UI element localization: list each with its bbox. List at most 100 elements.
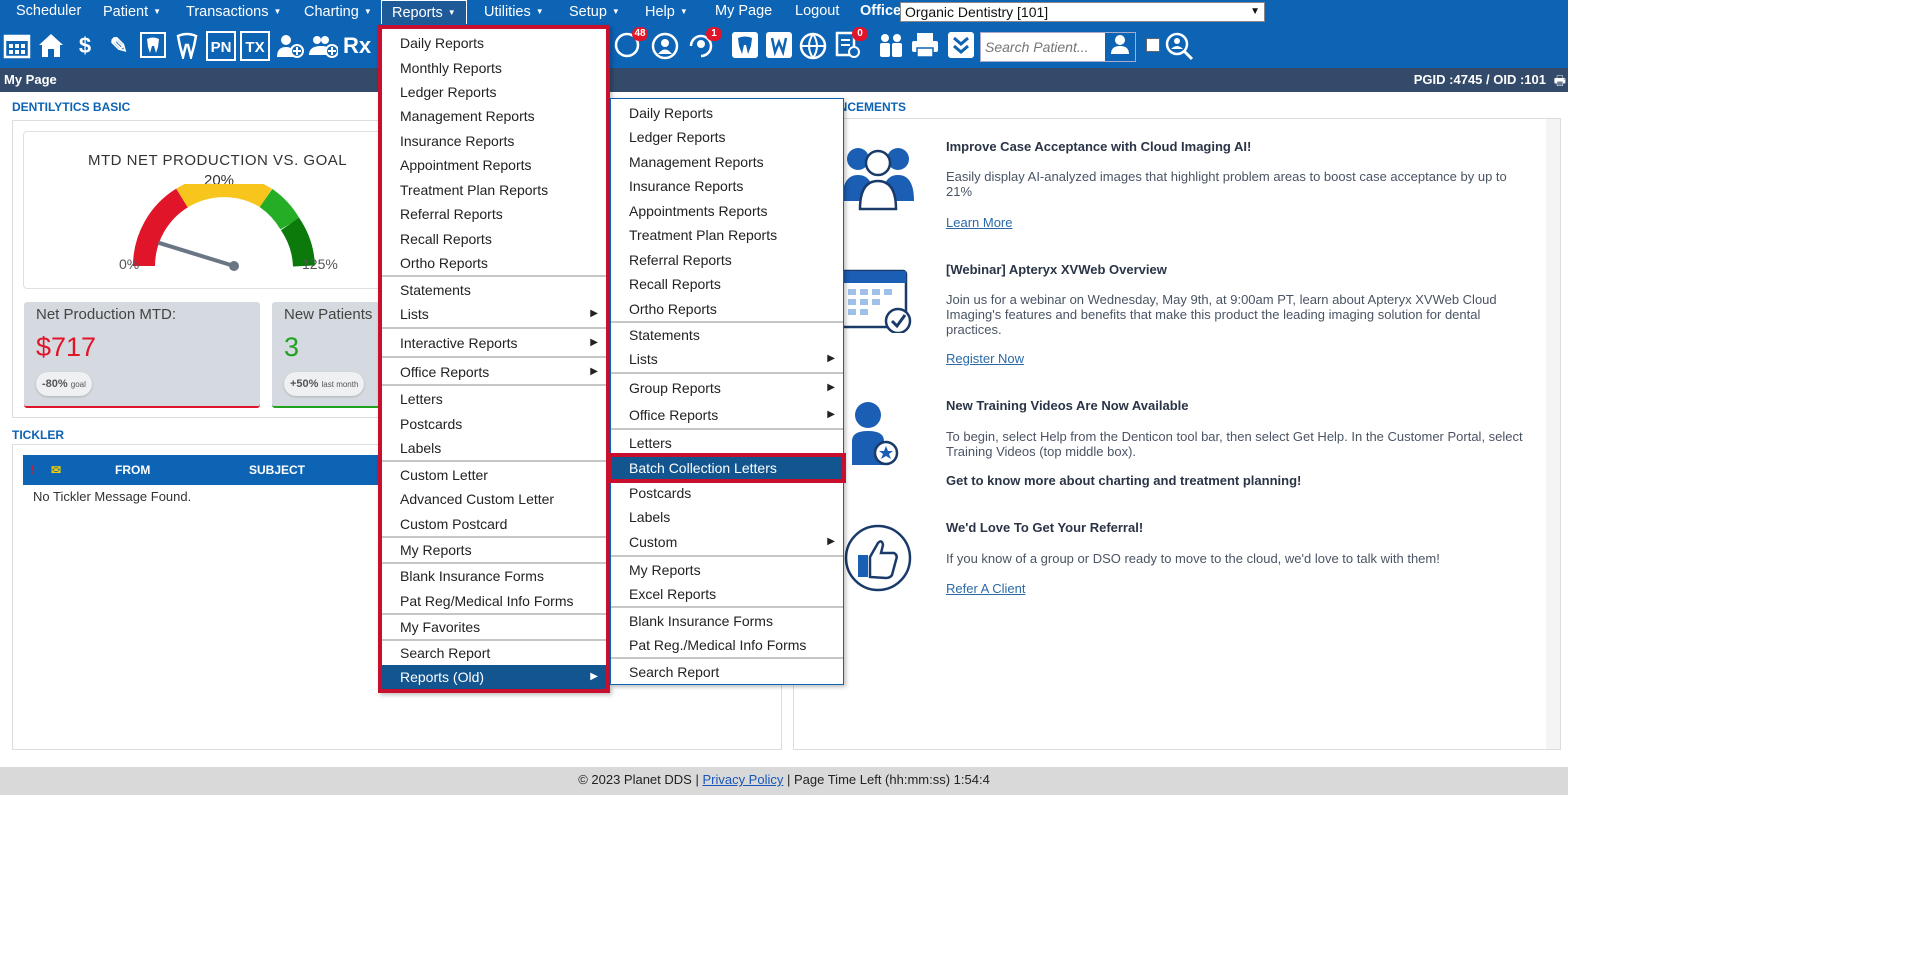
- home-icon[interactable]: [36, 31, 66, 61]
- gauge-yellow-segment: [176, 184, 272, 208]
- tooth-chart-icon[interactable]: [138, 31, 168, 61]
- old-appointments-reports[interactable]: Appointments Reports: [611, 199, 843, 223]
- reports-custom-letter[interactable]: Custom Letter: [382, 463, 606, 487]
- dollar-icon[interactable]: $: [70, 31, 100, 61]
- document-check-icon[interactable]: 0: [832, 27, 868, 61]
- old-blank-insurance-forms[interactable]: Blank Insurance Forms: [611, 609, 843, 633]
- reports-letters[interactable]: Letters: [382, 387, 606, 411]
- announcement-link[interactable]: Refer A Client: [946, 581, 1026, 596]
- reports-interactive[interactable]: Interactive Reports ▶: [382, 331, 606, 355]
- announcement-body: Join us for a webinar on Wednesday, May …: [946, 292, 1497, 337]
- old-batch-collection-letters[interactable]: Batch Collection Letters: [608, 453, 846, 483]
- old-office-reports[interactable]: Office Reports ▶: [611, 403, 843, 427]
- menu-charting[interactable]: Charting ▼: [294, 0, 382, 24]
- menu-my-page[interactable]: My Page: [705, 0, 782, 24]
- patient-search-input[interactable]: [981, 33, 1105, 61]
- menu-scheduler[interactable]: Scheduler: [6, 0, 91, 24]
- pn-icon[interactable]: PN: [206, 31, 236, 61]
- sync-icon[interactable]: 1: [686, 27, 722, 61]
- reports-old-submenu: Daily Reports Ledger Reports Management …: [608, 98, 846, 685]
- tooth-2-icon[interactable]: [730, 31, 760, 61]
- add-patient-icon[interactable]: [274, 31, 304, 61]
- announcement-link[interactable]: Get to know more about charting and trea…: [946, 473, 1301, 488]
- menu-transactions[interactable]: Transactions ▼: [176, 0, 291, 24]
- multi-search-icon[interactable]: [1164, 31, 1194, 61]
- pencil-icon[interactable]: ✎: [104, 31, 134, 61]
- office-select[interactable]: Organic Dentistry [101] ▼: [900, 2, 1265, 22]
- menu-patient[interactable]: Patient ▼: [93, 0, 171, 24]
- reports-ortho[interactable]: Ortho Reports: [382, 251, 606, 275]
- menu-setup[interactable]: Setup ▼: [559, 0, 630, 24]
- old-my-reports[interactable]: My Reports: [611, 558, 843, 582]
- office-select-value: Organic Dentistry [101]: [905, 4, 1049, 20]
- old-insurance-reports[interactable]: Insurance Reports: [611, 174, 843, 198]
- announcement-link[interactable]: Learn More: [946, 215, 1012, 230]
- old-excel-reports[interactable]: Excel Reports: [611, 582, 843, 606]
- reports-office[interactable]: Office Reports ▶: [382, 360, 606, 384]
- patient-search-icon[interactable]: [1105, 33, 1135, 61]
- rx-icon[interactable]: Rx: [342, 31, 372, 61]
- col-from[interactable]: FROM: [115, 463, 150, 477]
- collapse-icon[interactable]: [946, 31, 976, 61]
- col-subject[interactable]: SUBJECT: [249, 463, 305, 477]
- reports-statements[interactable]: Statements: [382, 278, 606, 302]
- reports-advanced-custom-letter[interactable]: Advanced Custom Letter: [382, 487, 606, 511]
- old-custom[interactable]: Custom ▶: [611, 530, 843, 554]
- reports-labels[interactable]: Labels: [382, 436, 606, 460]
- old-group-reports[interactable]: Group Reports ▶: [611, 376, 843, 400]
- messages-icon[interactable]: 48: [612, 27, 648, 61]
- calendar-icon[interactable]: [2, 31, 32, 61]
- reports-monthly[interactable]: Monthly Reports: [382, 56, 606, 80]
- submenu-arrow-icon: ▶: [827, 409, 835, 420]
- reports-custom-postcard[interactable]: Custom Postcard: [382, 512, 606, 536]
- old-recall-reports[interactable]: Recall Reports: [611, 272, 843, 296]
- reports-pat-reg-forms[interactable]: Pat Reg/Medical Info Forms: [382, 589, 606, 613]
- reports-daily[interactable]: Daily Reports: [382, 31, 606, 55]
- reports-referral[interactable]: Referral Reports: [382, 202, 606, 226]
- reports-lists[interactable]: Lists ▶: [382, 302, 606, 326]
- old-ortho-reports[interactable]: Ortho Reports: [611, 297, 843, 321]
- reports-search-report[interactable]: Search Report: [382, 641, 606, 665]
- reports-old[interactable]: Reports (Old) ▶: [382, 665, 606, 689]
- old-search-report[interactable]: Search Report: [611, 660, 843, 684]
- old-statements[interactable]: Statements: [611, 323, 843, 347]
- old-referral-reports[interactable]: Referral Reports: [611, 248, 843, 272]
- search-option-checkbox[interactable]: [1146, 38, 1160, 52]
- reports-treatment-plan[interactable]: Treatment Plan Reports: [382, 178, 606, 202]
- old-labels[interactable]: Labels: [611, 505, 843, 529]
- family-icon[interactable]: [876, 31, 906, 61]
- reports-my-favorites[interactable]: My Favorites: [382, 615, 606, 639]
- privacy-policy-link[interactable]: Privacy Policy: [702, 772, 783, 787]
- menu-utilities[interactable]: Utilities ▼: [474, 0, 554, 24]
- support-icon[interactable]: [650, 31, 680, 61]
- tooth-icon[interactable]: [172, 31, 202, 62]
- menu-logout[interactable]: Logout: [785, 0, 849, 24]
- reports-postcards[interactable]: Postcards: [382, 412, 606, 436]
- globe-icon[interactable]: [798, 31, 828, 61]
- old-lists[interactable]: Lists ▶: [611, 347, 843, 371]
- old-letters[interactable]: Letters: [611, 431, 843, 455]
- old-postcards[interactable]: Postcards: [611, 481, 843, 505]
- old-ledger-reports[interactable]: Ledger Reports: [611, 125, 843, 149]
- tx-icon[interactable]: TX: [240, 31, 270, 61]
- menu-help[interactable]: Help ▼: [635, 0, 698, 24]
- reports-my-reports[interactable]: My Reports: [382, 538, 606, 562]
- reports-recall[interactable]: Recall Reports: [382, 227, 606, 251]
- reports-appointment[interactable]: Appointment Reports: [382, 153, 606, 177]
- announcements-scrollbar[interactable]: [1546, 119, 1560, 749]
- old-management-reports[interactable]: Management Reports: [611, 150, 843, 174]
- reports-management[interactable]: Management Reports: [382, 104, 606, 128]
- menu-reports[interactable]: Reports ▼: [381, 0, 467, 24]
- tooth-w-icon[interactable]: [764, 31, 794, 61]
- old-daily-reports[interactable]: Daily Reports: [611, 101, 843, 125]
- announcement-link[interactable]: Register Now: [946, 351, 1024, 366]
- reports-ledger[interactable]: Ledger Reports: [382, 80, 606, 104]
- reports-blank-insurance-forms[interactable]: Blank Insurance Forms: [382, 564, 606, 588]
- old-treatment-plan-reports[interactable]: Treatment Plan Reports: [611, 223, 843, 247]
- reports-insurance[interactable]: Insurance Reports: [382, 129, 606, 153]
- printer-icon[interactable]: [910, 31, 940, 61]
- add-group-icon[interactable]: [308, 31, 339, 61]
- print-page-icon[interactable]: 🖶: [1554, 72, 1566, 94]
- old-pat-reg-forms[interactable]: Pat Reg./Medical Info Forms: [611, 633, 843, 657]
- menu-separator: [611, 428, 843, 430]
